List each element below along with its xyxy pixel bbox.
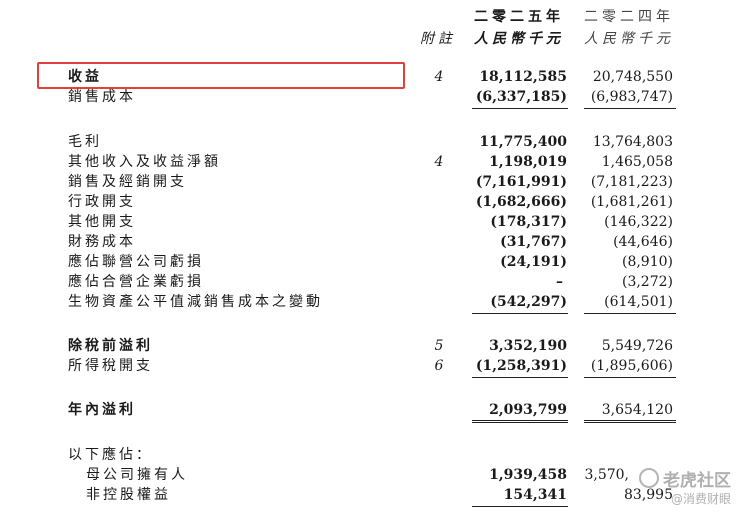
row-value-2025: 2,093,799	[489, 402, 567, 418]
row-label: 其他收入及收益淨額	[68, 154, 221, 170]
row-value-2025: 3,352,190	[489, 338, 567, 354]
watermark-brand: 老虎社区	[639, 466, 731, 491]
row-value-2025: (178,317)	[490, 214, 567, 230]
row-value-2025: (542,297)	[490, 294, 567, 310]
row-value-2024: (6,983,747)	[590, 89, 673, 105]
row-note: 4	[434, 154, 444, 170]
underline-2025	[472, 108, 568, 109]
row-label: 銷售成本	[68, 89, 136, 105]
row-value-2025: 11,775,400	[479, 134, 567, 150]
row-value-2024: 3,654,120	[601, 402, 673, 418]
underline-2024	[584, 108, 676, 109]
row-value-2025: (7,161,991)	[475, 174, 567, 190]
header-year-2025: 二零二五年	[474, 9, 564, 25]
watermark-text: 老虎社区	[663, 471, 731, 491]
row-value-2024: (1,681,261)	[590, 194, 673, 210]
row-value-2024: 20,748,550	[592, 69, 673, 85]
row-label: 行政開支	[68, 194, 136, 210]
row-value-2024: (8,910)	[621, 254, 673, 270]
row-label: 應佔合營企業虧損	[68, 274, 204, 290]
header-year-2024: 二零二四年	[584, 9, 674, 25]
row-value-2025: (31,767)	[500, 234, 567, 250]
row-value-2024: (7,181,223)	[590, 174, 673, 190]
underline-2024	[584, 377, 676, 378]
underline-2025	[472, 377, 568, 378]
row-label: 應佔聯營公司虧損	[68, 254, 204, 270]
row-value-2024: 1,465,058	[601, 154, 673, 170]
row-value-2024: (614,501)	[604, 294, 673, 310]
double-underline-2025	[472, 420, 568, 423]
row-label: 母公司擁有人	[86, 467, 188, 483]
row-label: 所得稅開支	[68, 358, 153, 374]
row-value-2025: 18,112,585	[479, 69, 567, 85]
row-value-2025: (1,258,391)	[475, 358, 567, 374]
row-label: 非控股權益	[86, 487, 171, 503]
tiger-logo-icon	[639, 468, 659, 488]
underline-2024	[584, 313, 676, 314]
row-value-2025: 154,341	[503, 487, 567, 503]
row-label: 銷售及經銷開支	[68, 174, 187, 190]
highlight-box	[37, 62, 405, 89]
row-note: 5	[434, 338, 444, 354]
header-unit-2025: 人民幣千元	[474, 31, 564, 47]
row-note: 4	[434, 69, 444, 85]
row-value-2024: (146,322)	[604, 214, 673, 230]
row-label: 財務成本	[68, 234, 136, 250]
row-value-2025: (6,337,185)	[475, 89, 567, 105]
header-unit-2024: 人民幣千元	[584, 31, 674, 47]
underline-2025	[472, 506, 568, 507]
row-value-2025: 1,198,019	[489, 154, 567, 170]
row-label: 其他開支	[68, 214, 136, 230]
row-note: 6	[434, 358, 444, 374]
row-value-2025: –	[556, 274, 563, 290]
row-value-2024: (1,895,606)	[590, 358, 673, 374]
watermark-author: @消费财眼	[670, 492, 731, 506]
row-value-2024: 5,549,726	[601, 338, 673, 354]
row-value-2025: 1,939,458	[489, 467, 567, 483]
header-note-label: 附註	[420, 31, 456, 47]
row-label: 毛利	[68, 134, 102, 150]
double-underline-2024	[584, 420, 676, 423]
row-value-2024: (3,272)	[621, 274, 673, 290]
row-label: 年內溢利	[68, 402, 136, 418]
row-value-2025: (1,682,666)	[475, 194, 567, 210]
row-label: 以下應佔：	[68, 447, 153, 463]
row-value-2025: (24,191)	[500, 254, 567, 270]
row-label: 除稅前溢利	[68, 338, 153, 354]
row-value-2024: 13,764,803	[592, 134, 673, 150]
underline-2025	[472, 313, 568, 314]
row-value-2024: 3,570,	[584, 467, 629, 483]
row-label: 生物資產公平值減銷售成本之變動	[68, 294, 323, 310]
row-value-2024: (44,646)	[613, 234, 673, 250]
